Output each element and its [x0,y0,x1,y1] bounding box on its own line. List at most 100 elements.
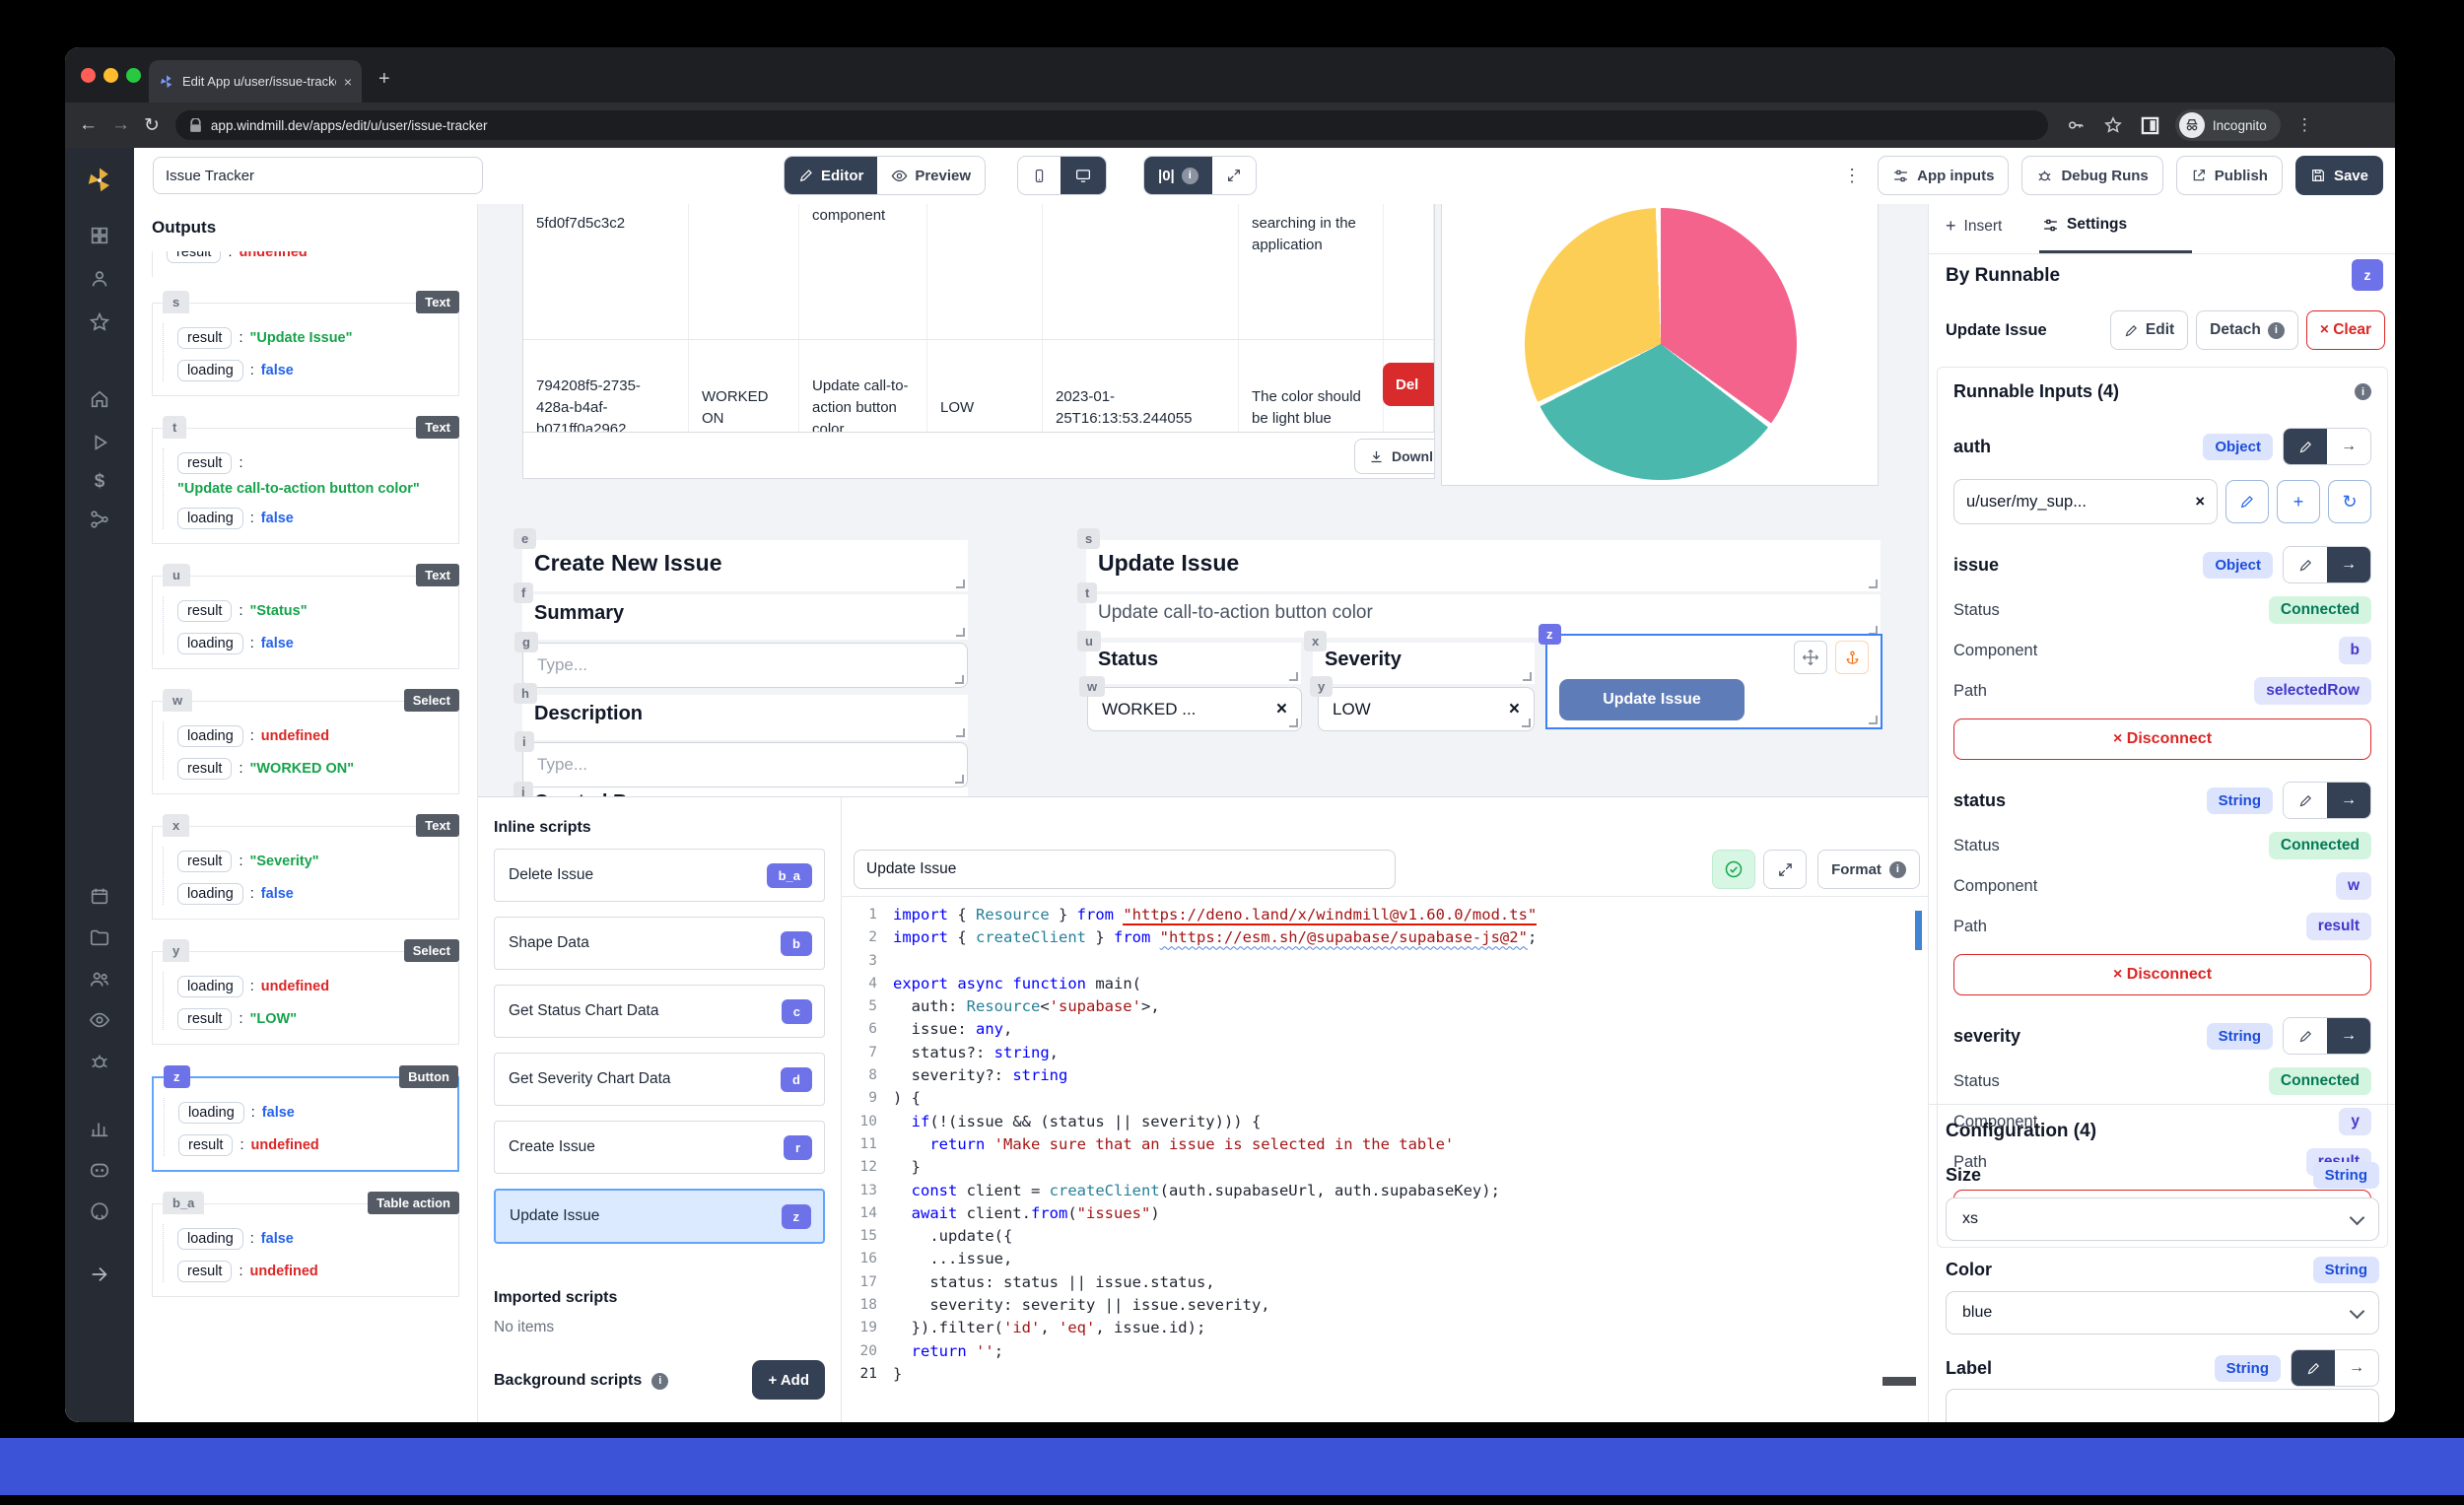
expand-editor-button[interactable] [1763,850,1807,889]
format-button[interactable]: Format i [1817,850,1920,889]
discord-icon[interactable] [89,1159,110,1181]
editor-tab[interactable]: Editor [785,157,878,194]
script-item-b[interactable]: Shape Data b [494,917,825,970]
add-resource-button[interactable]: + [2277,480,2320,523]
bug-icon[interactable] [89,1051,110,1072]
forward-icon[interactable]: → [111,114,130,136]
static-mode-button[interactable] [2284,1018,2327,1054]
code-line[interactable]: 1 import { Resource } from "https://deno.… [842,904,1928,926]
output-key-pill[interactable]: loading [178,1102,244,1124]
code-line[interactable]: 19 }).filter('id', 'eq', issue.id); [842,1317,1928,1339]
home-icon[interactable] [89,388,110,410]
delete-row-button[interactable]: Del [1383,363,1434,406]
grid-icon[interactable] [89,225,110,246]
github-icon[interactable] [89,1200,110,1222]
table-cell[interactable]: searching in the application [1239,204,1384,340]
bar-chart-icon[interactable] [89,1118,110,1139]
code-line[interactable]: 14 await client.from("issues") [842,1202,1928,1225]
output-id-badge[interactable]: z [164,1065,190,1088]
insert-tab[interactable]: + Insert [1946,216,2002,237]
code-area[interactable]: 1 import { Resource } from "https://deno.… [842,904,1928,1416]
mobile-view-button[interactable] [1018,157,1061,194]
bookmark-star-icon[interactable] [2103,115,2123,135]
output-id-badge[interactable]: t [163,416,187,439]
folder-icon[interactable] [89,926,110,948]
maximize-window-button[interactable] [126,68,141,83]
output-key-pill[interactable]: result [177,600,233,622]
user-icon[interactable] [89,268,110,290]
script-item-r[interactable]: Create Issue r [494,1121,825,1174]
code-line[interactable]: 2 import { createClient } from "https://e… [842,926,1928,949]
collapse-arrow-icon[interactable] [89,1264,110,1285]
static-mode-button[interactable] [2284,547,2327,582]
play-icon[interactable] [89,432,110,453]
table-cell[interactable] [1384,204,1434,340]
settings-tab[interactable]: Settings [2042,216,2127,234]
output-key-pill[interactable]: result [177,758,233,780]
clear-icon[interactable]: × [2195,493,2205,512]
description-input[interactable]: i Type... [514,731,968,787]
clear-button[interactable]: × Clear [2305,310,2385,350]
disconnect-button[interactable]: × Disconnect [1953,718,2371,760]
close-window-button[interactable] [81,68,96,83]
lint-ok-button[interactable] [1712,850,1755,889]
code-line[interactable]: 6 issue: any, [842,1018,1928,1041]
script-item-c[interactable]: Get Status Chart Data c [494,985,825,1038]
output-id-badge[interactable]: w [163,689,193,712]
code-line[interactable]: 8 severity?: string [842,1064,1928,1087]
code-line[interactable]: 20 return ''; [842,1340,1928,1363]
flow-branch-icon[interactable] [89,509,110,530]
output-key-pill[interactable]: result [177,452,233,474]
output-key-pill[interactable]: result [177,1008,233,1030]
code-line[interactable]: 3 [842,950,1928,973]
resource-picker[interactable]: u/user/my_sup... × [1953,479,2218,524]
eye-icon[interactable] [89,1009,110,1031]
output-key-pill[interactable]: loading [177,725,243,747]
calendar-icon[interactable] [89,885,110,907]
star-icon[interactable] [89,311,110,333]
refresh-resource-button[interactable]: ↻ [2328,480,2371,523]
static-mode-button[interactable] [2292,1350,2335,1386]
app-inputs-button[interactable]: App inputs [1878,156,2010,195]
summary-label-comp[interactable]: f Summary [513,582,968,640]
color-select[interactable]: blue [1946,1291,2379,1334]
anchor-toggle[interactable] [1835,641,1869,674]
code-line[interactable]: 18 severity: severity || issue.severity, [842,1294,1928,1317]
output-key-pill[interactable]: loading [177,1228,243,1250]
output-id-badge[interactable]: u [163,564,190,586]
output-key-pill[interactable]: result [177,327,233,349]
new-tab-button[interactable]: + [378,69,390,89]
download-button[interactable]: Downl [1354,439,1434,474]
label-input[interactable] [1946,1389,2379,1422]
code-line[interactable]: 5 auth: Resource<'supabase'>, [842,995,1928,1018]
output-key-pill[interactable]: result [178,1134,234,1156]
summary-input[interactable]: g Type... [514,632,968,688]
output-key-pill[interactable]: loading [177,360,243,381]
save-button[interactable]: Save [2294,156,2383,195]
code-line[interactable]: 11 return 'Make sure that an issue is se… [842,1133,1928,1156]
add-background-script-button[interactable]: + Add [752,1360,825,1400]
code-line[interactable]: 4 export async function main( [842,973,1928,995]
vertical-scrollbar[interactable] [1915,911,1922,950]
static-mode-button[interactable] [2284,783,2327,818]
update-issue-subtitle-comp[interactable]: t Update call-to-action button color [1077,582,1881,638]
output-key-pill[interactable]: loading [177,508,243,529]
output-key-pill[interactable]: result [167,251,222,263]
output-key-pill[interactable]: result [177,1261,233,1282]
code-line[interactable]: 12 } [842,1156,1928,1179]
app-canvas[interactable]: 5fd0f7d5c3c2 component searching in the ap… [478,204,1928,796]
code-line[interactable]: 10 if(!(issue && (status || severity))) … [842,1111,1928,1133]
incognito-badge[interactable]: Incognito [2174,109,2281,141]
code-line[interactable]: 17 status: status || issue.status, [842,1271,1928,1294]
table-cell[interactable] [927,204,1043,340]
update-issue-heading[interactable]: s Update Issue [1077,528,1881,591]
connect-mode-button[interactable]: → [2327,1018,2370,1054]
output-id-badge[interactable]: x [163,814,190,837]
status-label-comp[interactable]: u Status [1077,631,1301,684]
app-name-input[interactable] [153,157,483,194]
create-issue-heading[interactable]: e Create New Issue [513,528,968,591]
code-line[interactable]: 16 ...issue, [842,1248,1928,1270]
more-menu-icon[interactable]: ⋮ [1843,166,1861,186]
output-id-badge[interactable]: y [163,939,190,962]
output-key-pill[interactable]: loading [177,883,243,905]
